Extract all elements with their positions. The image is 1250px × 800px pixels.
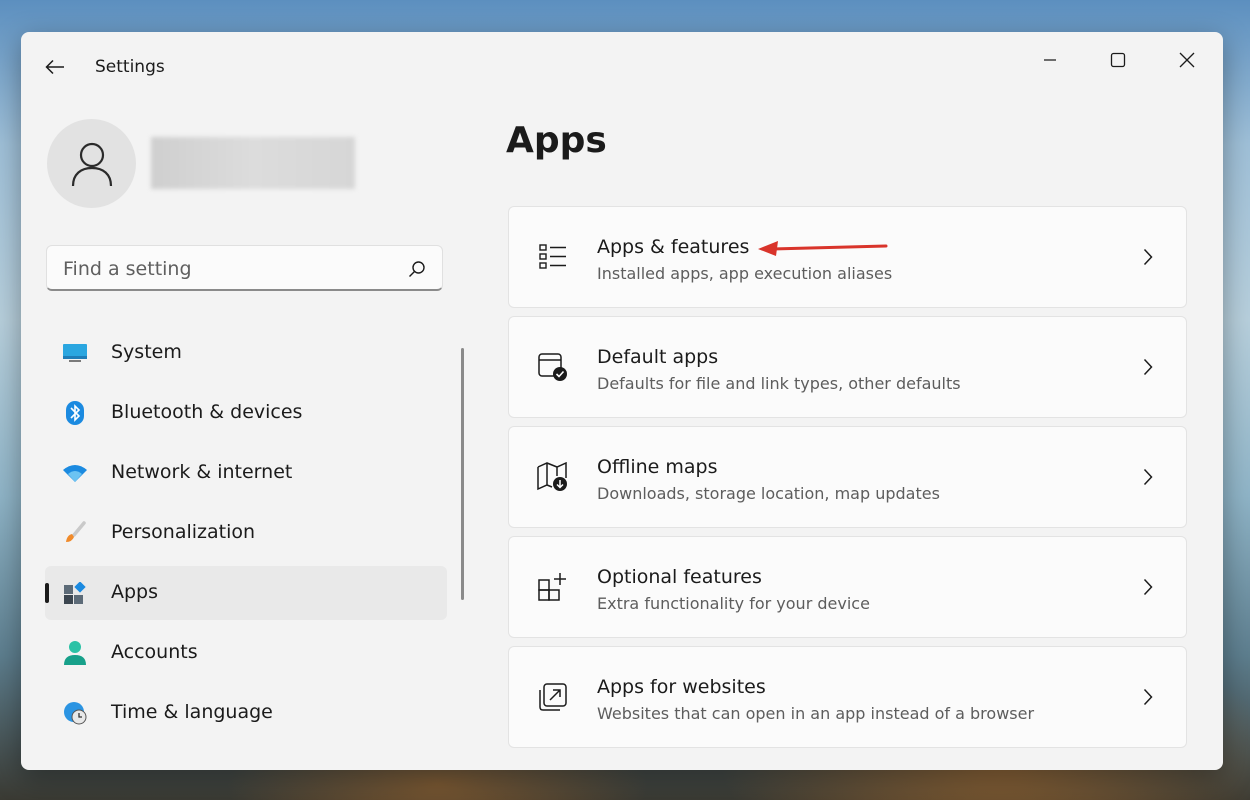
settings-card-list: Apps & features Installed apps, app exec… [508,206,1187,756]
map-download-icon [537,461,569,493]
card-offline-maps[interactable]: Offline maps Downloads, storage location… [508,426,1187,528]
search-icon[interactable] [408,260,426,278]
sidebar-item-label: Personalization [111,521,256,543]
back-arrow-icon [45,59,64,75]
sidebar-item-apps[interactable]: Apps [45,566,447,620]
default-apps-icon [537,351,569,383]
account-name-redacted [151,137,355,189]
person-icon [63,641,87,665]
sidebar-item-personalization[interactable]: Personalization [45,506,447,560]
card-title: Apps for websites [597,676,766,698]
card-description: Extra functionality for your device [597,594,870,613]
card-description: Defaults for file and link types, other … [597,374,961,393]
close-button[interactable] [1164,40,1210,80]
sidebar-item-label: System [111,341,182,363]
sidebar-item-label: Network & internet [111,461,293,483]
chevron-right-icon [1138,357,1158,377]
card-apps-for-websites[interactable]: Apps for websites Websites that can open… [508,646,1187,748]
close-icon [1179,52,1195,68]
card-description: Websites that can open in an app instead… [597,704,1035,723]
maximize-icon [1110,52,1126,68]
settings-window: Settings System [21,32,1223,770]
card-title: Offline maps [597,456,718,478]
minimize-button[interactable] [1027,40,1073,80]
sidebar-item-label: Bluetooth & devices [111,401,303,423]
maximize-button[interactable] [1095,40,1141,80]
add-feature-icon [537,571,569,603]
chevron-right-icon [1138,247,1158,267]
card-description: Downloads, storage location, map updates [597,484,940,503]
search-input[interactable] [61,246,405,292]
card-default-apps[interactable]: Default apps Defaults for file and link … [508,316,1187,418]
sidebar-nav: System Bluetooth & devices Network & int… [45,326,447,746]
monitor-icon [63,341,87,365]
bluetooth-icon [63,401,87,425]
apps-icon [63,581,87,605]
chevron-right-icon [1138,687,1158,707]
sidebar-scrollbar[interactable] [461,348,464,600]
sidebar-item-time-language[interactable]: Time & language [45,686,447,740]
red-arrow-annotation-icon [758,241,888,256]
card-apps-features[interactable]: Apps & features Installed apps, app exec… [508,206,1187,308]
paintbrush-icon [63,521,87,545]
chevron-right-icon [1138,577,1158,597]
card-description: Installed apps, app execution aliases [597,264,893,283]
sidebar-item-bluetooth[interactable]: Bluetooth & devices [45,386,447,440]
card-title: Default apps [597,346,719,368]
back-button[interactable] [39,52,71,82]
title-bar: Settings [21,32,1223,102]
sidebar-item-system[interactable]: System [45,326,447,380]
open-external-icon [537,681,569,713]
card-title: Apps & features [597,236,750,258]
globe-clock-icon [63,701,87,725]
card-optional-features[interactable]: Optional features Extra functionality fo… [508,536,1187,638]
wifi-icon [63,461,87,485]
sidebar-item-network[interactable]: Network & internet [45,446,447,500]
user-icon [71,142,112,186]
window-title: Settings [95,57,165,77]
sidebar-item-label: Apps [111,581,159,603]
card-title: Optional features [597,566,762,588]
sidebar-item-label: Accounts [111,641,198,663]
minimize-icon [1044,59,1056,61]
search-box[interactable] [46,245,443,292]
page-title: Apps [506,120,607,161]
list-icon [537,241,569,273]
sidebar-item-accounts[interactable]: Accounts [45,626,447,680]
avatar[interactable] [47,119,136,208]
chevron-right-icon [1138,467,1158,487]
sidebar-item-label: Time & language [111,701,273,723]
